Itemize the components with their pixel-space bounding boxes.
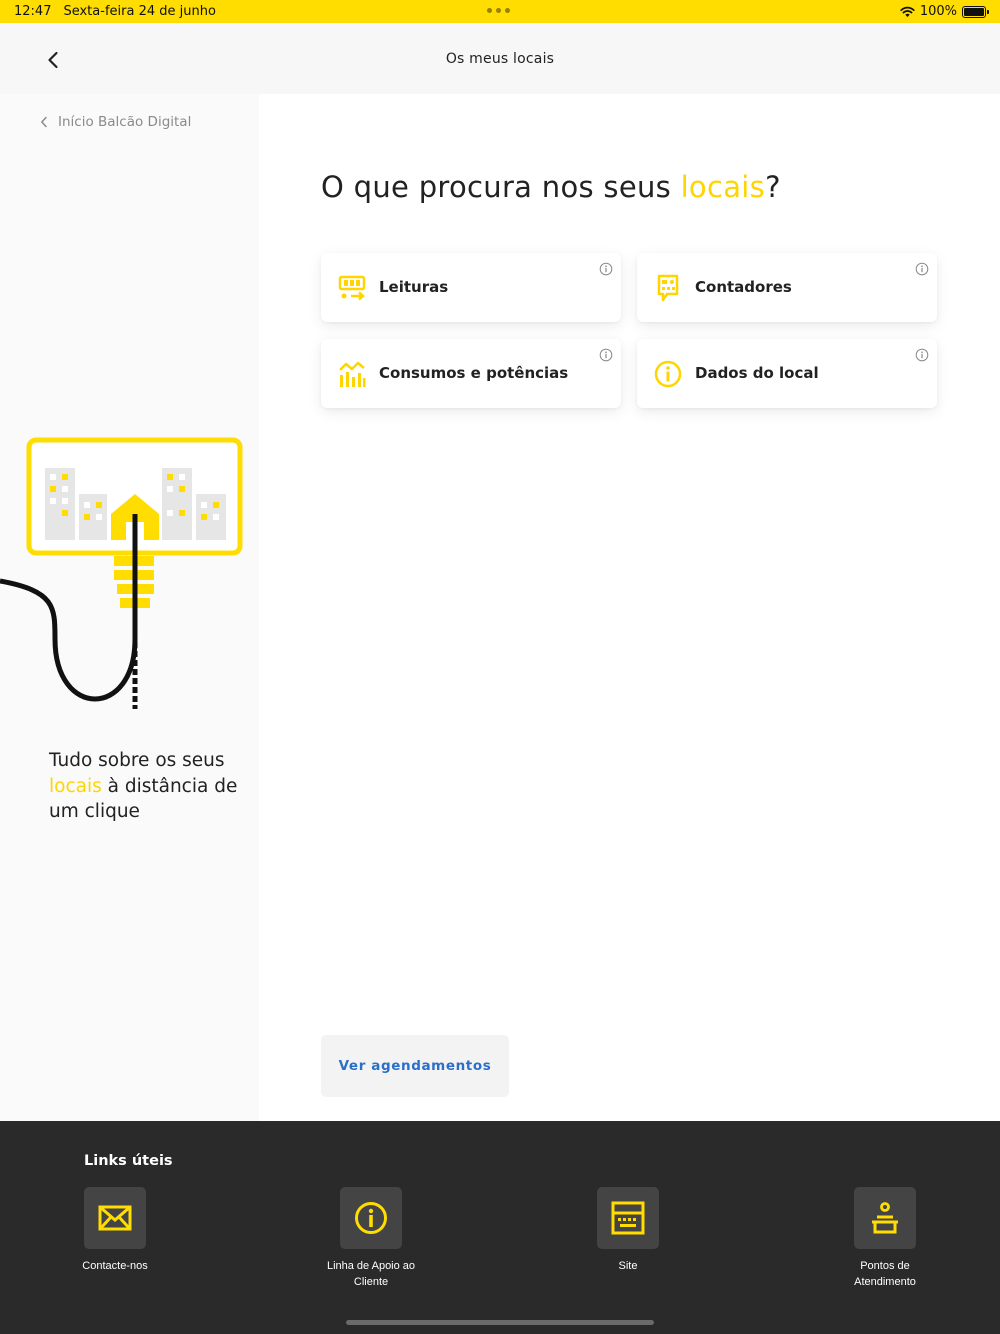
- status-time: 12:47: [14, 4, 52, 19]
- card-leituras[interactable]: Leituras: [321, 253, 621, 322]
- meter-reading-icon: [338, 275, 366, 301]
- breadcrumb-label: Início Balcão Digital: [58, 114, 192, 130]
- link-contacte-nos[interactable]: Contacte-nos: [55, 1187, 175, 1275]
- card-label: Leituras: [379, 278, 449, 296]
- multitasking-dots[interactable]: [487, 8, 510, 13]
- navigation-bar: Os meus locais: [0, 23, 1000, 94]
- service-desk-icon: [872, 1202, 898, 1234]
- card-label: Consumos e potências: [379, 364, 569, 382]
- home-indicator[interactable]: [346, 1320, 654, 1325]
- wifi-icon: [900, 6, 915, 17]
- chevron-left-icon: [41, 116, 47, 128]
- info-button-icon[interactable]: [915, 262, 929, 276]
- card-contadores[interactable]: Contadores: [637, 253, 937, 322]
- envelope-icon: [98, 1205, 132, 1231]
- battery-percent: 100%: [919, 4, 957, 19]
- card-dados-local[interactable]: Dados do local: [637, 339, 937, 408]
- card-label: Dados do local: [695, 364, 819, 382]
- breadcrumb-back-link[interactable]: Início Balcão Digital: [40, 114, 191, 130]
- link-icon-box: [597, 1187, 659, 1249]
- link-pontos-atendimento[interactable]: Pontos de Atendimento: [825, 1187, 945, 1290]
- status-date: Sexta-feira 24 de junho: [63, 4, 216, 19]
- link-label: Contacte-nos: [82, 1260, 148, 1272]
- city-plug-illustration: [0, 437, 243, 709]
- main-heading: O que procura nos seus locais?: [321, 170, 781, 204]
- status-right: 100%: [900, 4, 989, 19]
- sidebar-tagline: Tudo sobre os seus locais à distância de…: [49, 750, 238, 822]
- link-icon-box: [854, 1187, 916, 1249]
- info-button-icon[interactable]: [599, 348, 613, 362]
- counter-icon: [657, 274, 679, 302]
- keyboard-screen-icon: [611, 1201, 645, 1235]
- status-bar: 12:47 Sexta-feira 24 de junho 100%: [0, 0, 1000, 23]
- link-icon-box: [84, 1187, 146, 1249]
- info-button-icon[interactable]: [599, 262, 613, 276]
- page-title: Os meus locais: [445, 51, 555, 67]
- link-label: Site: [618, 1260, 638, 1272]
- link-icon-box: [340, 1187, 402, 1249]
- link-label: Pontos de Atendimento: [854, 1260, 916, 1288]
- battery-icon: [962, 5, 989, 18]
- heading-accent: locais: [680, 170, 766, 204]
- footer-useful-links: Links úteis Contacte-nos Linha de Apoio …: [0, 1121, 1000, 1334]
- info-circle-icon: [654, 360, 682, 388]
- link-site[interactable]: Site: [568, 1187, 688, 1275]
- card-label: Contadores: [695, 278, 792, 296]
- info-circle-icon: [355, 1202, 387, 1234]
- card-consumos-potencias[interactable]: Consumos e potências: [321, 339, 621, 408]
- footer-title: Links úteis: [84, 1153, 173, 1169]
- link-linha-apoio-cliente[interactable]: Linha de Apoio ao Cliente: [311, 1187, 431, 1290]
- consumption-chart-icon: [339, 361, 366, 387]
- ver-agendamentos-button[interactable]: Ver agendamentos: [321, 1035, 509, 1097]
- sidebar: Início Balcão Digital Tudo sobre os seus…: [0, 94, 259, 1121]
- link-label: Linha de Apoio ao Cliente: [326, 1260, 416, 1288]
- tagline-accent: locais: [49, 775, 102, 797]
- info-button-icon[interactable]: [915, 348, 929, 362]
